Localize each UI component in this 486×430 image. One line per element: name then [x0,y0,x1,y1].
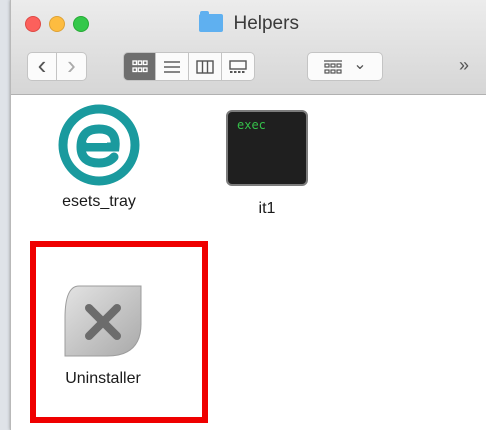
list-view-button[interactable] [156,52,189,81]
window-title-text: Helpers [233,13,299,34]
toolbar-overflow-button[interactable]: » [459,55,469,76]
eset-app-icon [58,104,140,186]
highlight-box [30,241,208,423]
chevron-down-icon: ⌄ [353,55,367,73]
file-item-it1[interactable]: exec it1 [207,110,327,218]
chevron-left-icon: ‹ [37,50,47,80]
gallery-icon [229,59,247,73]
back-button[interactable]: ‹ [27,52,57,81]
columns-icon [196,59,214,74]
file-name-label: it1 [258,200,276,217]
icon-view-button[interactable] [123,52,156,81]
folder-icon [199,11,224,32]
arrange-dropdown-button[interactable]: ⌄ [307,52,383,81]
terminal-exec-text: exec [237,118,266,132]
title-bar: Helpers ‹ › ⌄ » [11,0,486,95]
terminal-exec-icon: exec [226,110,308,186]
file-name-label: esets_tray [62,193,136,210]
gallery-view-button[interactable] [222,52,255,81]
file-item-esets-tray[interactable]: esets_tray [39,103,159,211]
forward-button[interactable]: › [57,52,87,81]
chevron-right-icon: › [67,50,76,80]
column-view-button[interactable] [189,52,222,81]
list-icon [164,60,180,73]
view-mode-control [123,52,255,81]
arrange-grid-icon [324,59,343,74]
icon-grid-icon [131,59,148,72]
window-title: Helpers [11,11,486,35]
